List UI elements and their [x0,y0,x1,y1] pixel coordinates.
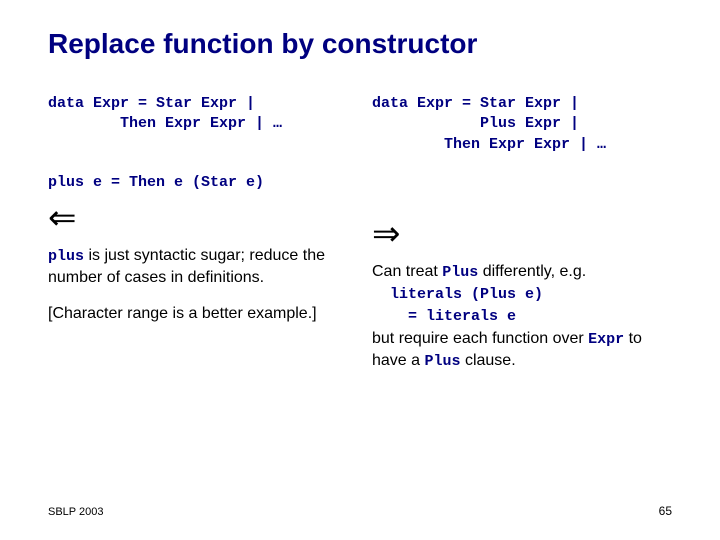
right-code-block: data Expr = Star Expr | Plus Expr | Then… [372,94,672,155]
left-paragraph-2: [Character range is a better example.] [48,303,348,325]
slide-title: Replace function by constructor [48,28,672,60]
arrow-right-icon: ⇒ [372,217,672,251]
code-line: literals (Plus e) [390,285,672,305]
text: Can treat [372,263,442,280]
code-inline: Plus [442,264,478,281]
arrow-left-icon: ⇐ [48,201,348,235]
code-line: Plus Expr | [372,114,672,134]
left-column: data Expr = Star Expr | Then Expr Expr |… [48,94,348,387]
text: is just syntactic sugar; reduce the numb… [48,247,325,286]
code-line: data Expr = Star Expr | [372,94,672,114]
slide: Replace function by constructor data Exp… [0,0,720,540]
right-column: data Expr = Star Expr | Plus Expr | Then… [372,94,672,387]
code-line: plus e = Then e (Star e) [48,173,348,193]
right-paragraph-1: Can treat Plus differently, e.g. [372,261,672,283]
right-paragraph-2: but require each function over Expr to h… [372,328,672,373]
code-line: Then Expr Expr | … [48,114,348,134]
left-code-block: data Expr = Star Expr | Then Expr Expr |… [48,94,348,135]
text: clause. [461,352,516,369]
columns: data Expr = Star Expr | Then Expr Expr |… [48,94,672,387]
text: differently, e.g. [478,263,586,280]
code-line: data Expr = Star Expr | [48,94,348,114]
text: but require each function over [372,330,588,347]
code-inline: Plus [424,353,460,370]
code-inline: Expr [588,331,624,348]
code-line: Then Expr Expr | … [372,135,672,155]
code-line: = literals e [390,307,672,327]
footer-conference: SBLP 2003 [48,506,103,518]
footer-page-number: 65 [659,504,672,518]
code-inline: plus [48,248,84,265]
left-paragraph-1: plus is just syntactic sugar; reduce the… [48,245,348,289]
